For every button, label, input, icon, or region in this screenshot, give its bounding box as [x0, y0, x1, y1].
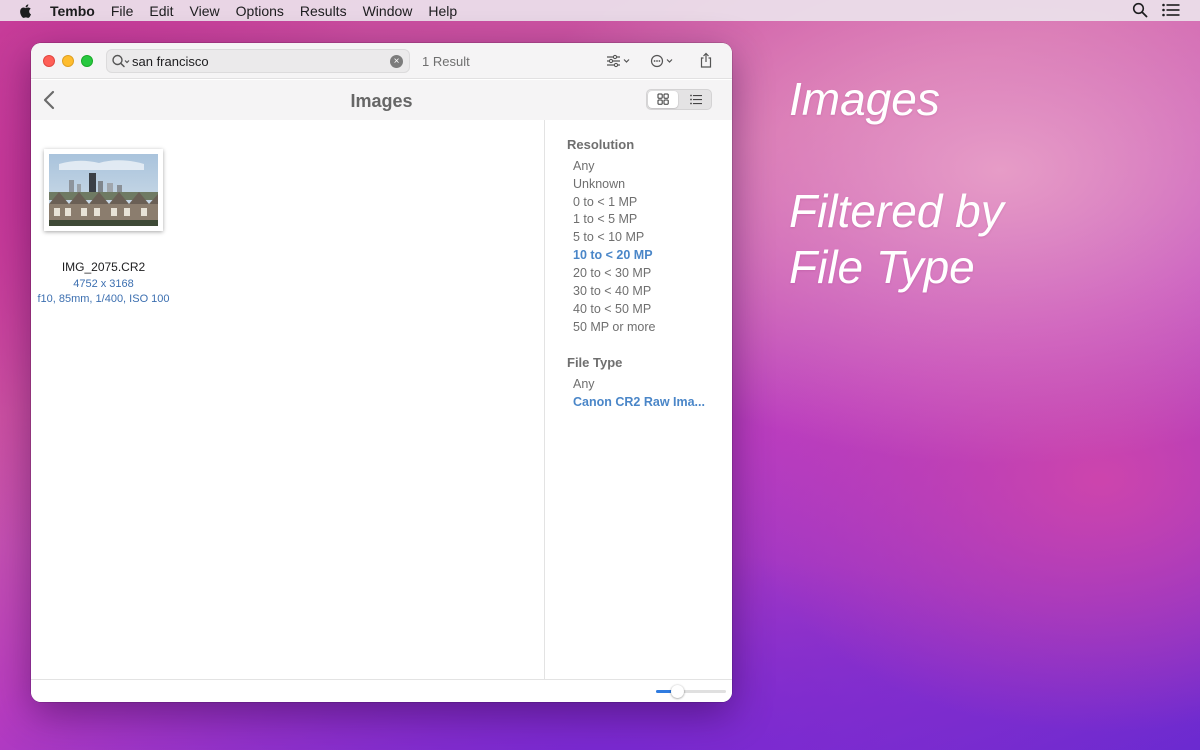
file-name: IMG_2075.CR2 [61, 260, 146, 274]
bottom-bar [31, 679, 732, 702]
resolution-option-0-1mp[interactable]: 0 to < 1 MP [573, 195, 637, 209]
resolution-option-any[interactable]: Any [573, 159, 595, 173]
menu-view[interactable]: View [190, 3, 220, 19]
results-grid: IMG_2075.CR2 4752 x 3168 f10, 85mm, 1/40… [31, 120, 544, 679]
view-mode-segmented-control [646, 89, 712, 110]
file-type-heading: File Type [567, 355, 623, 370]
caption-line-file-type: File Type [789, 241, 975, 293]
list-icon [690, 94, 702, 105]
image-thumbnail[interactable] [44, 149, 163, 231]
search-input[interactable]: san francisco [132, 54, 209, 69]
minimize-window-button[interactable] [62, 55, 74, 67]
menu-app-name[interactable]: Tembo [50, 3, 95, 19]
filter-options-button[interactable] [606, 52, 632, 70]
resolution-option-50mp-plus[interactable]: 50 MP or more [573, 320, 655, 334]
result-count: 1 Result [422, 54, 470, 69]
filter-sidebar: Resolution Any Unknown 0 to < 1 MP 1 to … [545, 120, 732, 679]
resolution-option-40-50mp[interactable]: 40 to < 50 MP [573, 302, 651, 316]
resolution-option-20-30mp[interactable]: 20 to < 30 MP [573, 266, 651, 280]
zoom-slider-knob[interactable] [670, 685, 684, 698]
menu-options[interactable]: Options [236, 3, 284, 19]
thumbnail-photo [49, 154, 158, 226]
menu-file[interactable]: File [111, 3, 134, 19]
menu-bar: Tembo File Edit View Options Results Win… [0, 0, 1200, 21]
file-type-option-any[interactable]: Any [573, 377, 595, 391]
menu-edit[interactable]: Edit [149, 3, 173, 19]
image-dimensions: 4752 x 3168 [73, 278, 134, 290]
more-actions-button[interactable] [650, 52, 678, 70]
menu-results[interactable]: Results [300, 3, 347, 19]
resolution-heading: Resolution [567, 137, 635, 152]
resolution-option-5-10mp[interactable]: 5 to < 10 MP [573, 230, 644, 244]
app-window: san francisco × 1 Result Images IMG_2075… [31, 43, 732, 702]
share-icon [700, 52, 712, 68]
resolution-option-10-20mp[interactable]: 10 to < 20 MP [573, 248, 653, 262]
resolution-option-unknown[interactable]: Unknown [573, 177, 625, 191]
ellipsis-circle-icon [650, 54, 673, 68]
caption-title: Images [789, 73, 940, 125]
navigation-bar: Images [31, 80, 732, 120]
clear-search-icon[interactable]: × [390, 55, 403, 68]
resolution-option-30-40mp[interactable]: 30 to < 40 MP [573, 284, 651, 298]
zoom-window-button[interactable] [81, 55, 93, 67]
list-view-button[interactable] [682, 91, 710, 108]
control-center-list-icon[interactable] [1162, 3, 1180, 17]
grid-icon [657, 93, 669, 105]
grid-view-button[interactable] [648, 91, 678, 108]
title-bar: san francisco × 1 Result [31, 43, 732, 79]
page-title: Images [350, 91, 413, 111]
file-type-option-canon-cr2[interactable]: Canon CR2 Raw Ima... [573, 395, 705, 409]
share-button[interactable] [699, 51, 713, 69]
menu-help[interactable]: Help [428, 3, 457, 19]
image-exif: f10, 85mm, 1/400, ISO 100 [37, 293, 170, 305]
menu-window[interactable]: Window [363, 3, 413, 19]
search-field[interactable]: san francisco × [106, 49, 410, 73]
apple-logo-icon[interactable] [18, 3, 34, 19]
sliders-icon [607, 54, 630, 68]
close-window-button[interactable] [43, 55, 55, 67]
caption-line-filtered-by: Filtered by [789, 185, 1004, 237]
resolution-option-1-5mp[interactable]: 1 to < 5 MP [573, 212, 637, 226]
spotlight-search-icon[interactable] [1132, 2, 1148, 18]
search-icon[interactable] [111, 53, 131, 69]
